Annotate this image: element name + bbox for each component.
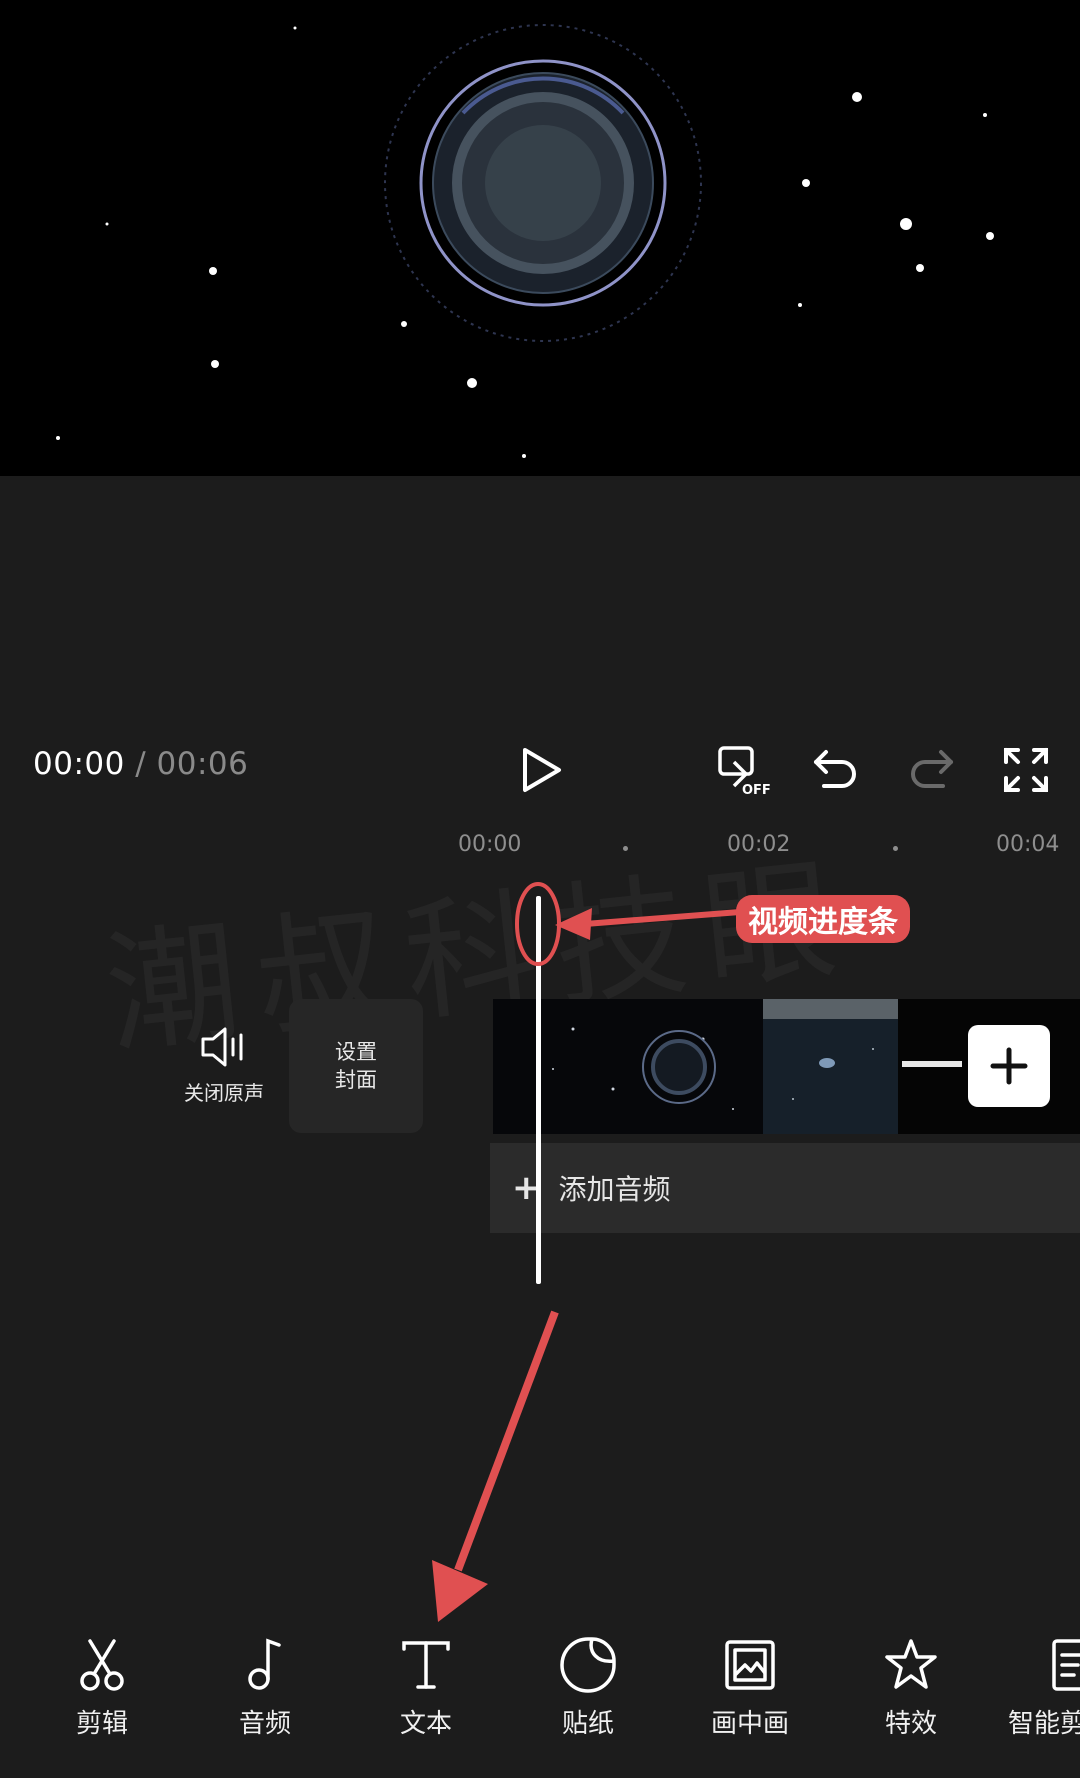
tool-label: 智能剪 <box>1008 1709 1080 1739</box>
redo-icon[interactable] <box>903 742 959 798</box>
picture-in-picture-icon <box>725 1640 775 1690</box>
ruler-label-2: 00:02 <box>727 832 791 857</box>
clip-thumbnail-image <box>763 999 898 1100</box>
ruler-label-4: 00:04 <box>996 832 1060 857</box>
bottom-toolbar: 剪辑 音频 文本 贴纸 画中画 特效 智能剪 <box>0 1620 1080 1778</box>
fullscreen-icon[interactable] <box>998 742 1054 798</box>
smart-edit-icon <box>1052 1639 1080 1691</box>
tool-cut[interactable]: 剪辑 <box>42 1635 162 1740</box>
set-cover-button[interactable]: 设置 封面 <box>289 999 423 1133</box>
tool-label: 文本 <box>399 1709 452 1739</box>
current-time: 00:00 <box>33 746 125 782</box>
keyframe-off-icon[interactable]: OFF <box>716 742 772 798</box>
text-icon <box>402 1641 450 1689</box>
total-time: 00:06 <box>156 746 249 782</box>
clip-thumbnail-image <box>552 1027 734 1110</box>
ruler-label-0: 00:00 <box>458 832 522 857</box>
time-separator: / <box>124 746 157 782</box>
tool-label: 贴纸 <box>561 1709 614 1739</box>
annotation-arrowhead <box>432 1560 488 1622</box>
plus-icon <box>990 1047 1028 1085</box>
tool-label: 音频 <box>238 1709 291 1739</box>
tool-sticker[interactable]: 贴纸 <box>528 1635 648 1740</box>
tool-smart-edit[interactable]: 智能剪 <box>1000 1635 1080 1740</box>
clip-thumbnail[interactable] <box>763 999 898 1134</box>
tool-label: 画中画 <box>710 1709 789 1739</box>
annotation-arrow-line <box>454 1310 559 1572</box>
scissors-icon <box>80 1639 124 1691</box>
preview-frame-image <box>0 0 1080 476</box>
set-cover-label-line1: 设置 <box>335 1040 377 1064</box>
tool-label: 剪辑 <box>75 1709 128 1739</box>
svg-text:OFF: OFF <box>742 783 771 798</box>
annotation-label: 视频进度条 <box>736 895 910 943</box>
set-cover-label-line2: 封面 <box>335 1068 377 1092</box>
playback-bar: 00:00 / 00:06 OFF <box>0 720 1080 816</box>
tool-label: 特效 <box>884 1709 937 1739</box>
clip-thumbnail[interactable] <box>493 999 763 1134</box>
sticker-icon <box>560 1637 616 1693</box>
add-audio-label: 添加音频 <box>558 1173 671 1206</box>
tool-audio[interactable]: 音频 <box>205 1635 325 1740</box>
play-icon[interactable] <box>513 742 569 798</box>
speaker-icon <box>201 1027 243 1067</box>
mute-original-audio-button[interactable]: 关闭原声 <box>176 1025 272 1106</box>
ruler-dot <box>893 846 898 851</box>
add-audio-track[interactable]: + 添加音频 <box>490 1143 1080 1233</box>
ruler-dot <box>623 846 628 851</box>
video-preview[interactable] <box>0 0 1080 476</box>
tool-effects[interactable]: 特效 <box>851 1635 971 1740</box>
time-display: 00:00 / 00:06 <box>33 746 248 782</box>
undo-icon[interactable] <box>808 742 864 798</box>
tool-text[interactable]: 文本 <box>366 1635 486 1740</box>
add-clip-button[interactable] <box>968 1025 1050 1107</box>
effects-star-icon <box>885 1639 937 1689</box>
tool-picture-in-picture[interactable]: 画中画 <box>690 1635 810 1740</box>
playhead[interactable] <box>536 896 541 1284</box>
music-note-icon <box>248 1638 281 1690</box>
mute-original-audio-label: 关闭原声 <box>184 1081 264 1105</box>
